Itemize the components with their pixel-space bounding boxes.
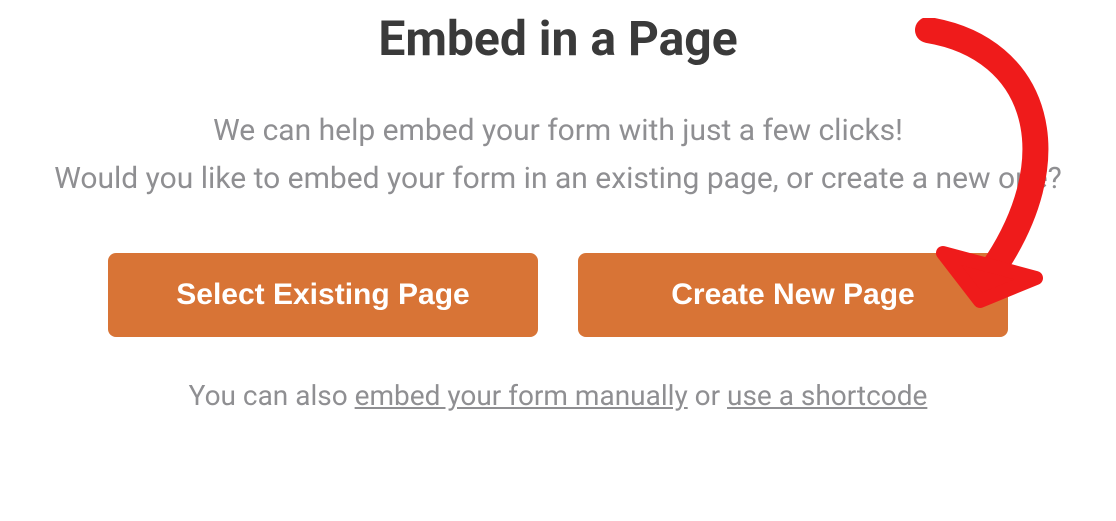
embed-manually-link[interactable]: embed your form manually — [355, 379, 688, 412]
embed-modal: Embed in a Page We can help embed your f… — [0, 0, 1116, 521]
description-line-2: Would you like to embed your form in an … — [54, 161, 1062, 196]
modal-heading: Embed in a Page — [378, 10, 737, 67]
create-new-page-button[interactable]: Create New Page — [578, 253, 1008, 337]
description-line-1: We can help embed your form with just a … — [213, 113, 903, 148]
use-shortcode-link[interactable]: use a shortcode — [727, 379, 927, 412]
modal-description: We can help embed your form with just a … — [54, 107, 1062, 203]
button-row: Select Existing Page Create New Page — [108, 253, 1008, 337]
select-existing-page-button[interactable]: Select Existing Page — [108, 253, 538, 337]
footer-prefix: You can also — [189, 379, 355, 412]
footer-text: You can also embed your form manually or… — [189, 379, 928, 412]
footer-middle: or — [688, 379, 727, 412]
